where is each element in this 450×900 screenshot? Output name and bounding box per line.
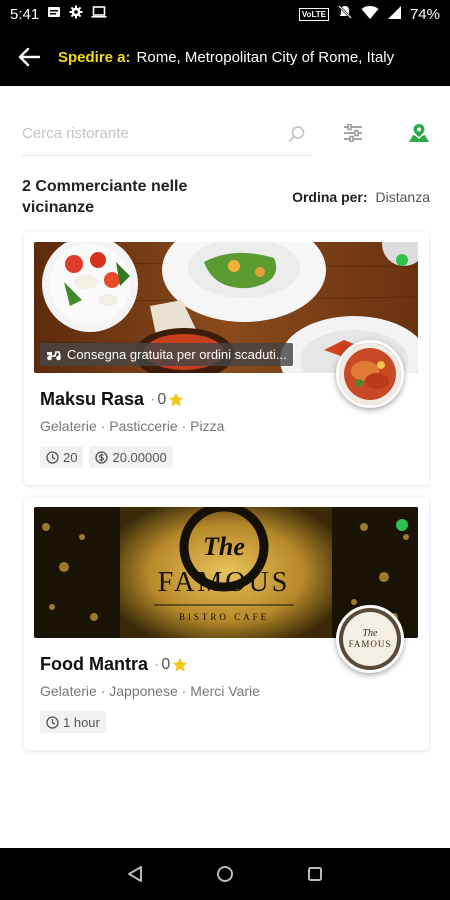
search-button[interactable] bbox=[282, 119, 312, 149]
merchant-title-row: Food Mantra · 0 bbox=[40, 654, 188, 675]
rating-separator: · bbox=[150, 390, 156, 408]
ship-to-selector[interactable]: Spedire a: Rome, Metropolitan City of Ro… bbox=[58, 49, 394, 66]
wifi-icon bbox=[361, 5, 379, 24]
min-order-value: 20.00000 bbox=[112, 449, 167, 465]
notification-icon bbox=[47, 5, 61, 23]
filter-button[interactable] bbox=[338, 118, 368, 148]
nav-home-button[interactable] bbox=[205, 854, 245, 894]
map-pin-icon bbox=[409, 124, 429, 142]
banner-brand-text: FAMOUS bbox=[158, 567, 291, 598]
sort-selector[interactable]: Ordina per: Distanza bbox=[292, 189, 430, 205]
online-status-dot bbox=[396, 519, 408, 531]
money-icon bbox=[95, 450, 109, 464]
nav-recents-icon bbox=[308, 867, 322, 881]
merchant-logo bbox=[336, 340, 404, 408]
merchant-title-row: Maksu Rasa · 0 bbox=[40, 389, 184, 410]
ship-to-address: Rome, Metropolitan City of Rome, Italy bbox=[136, 48, 395, 66]
rating-value: 0 bbox=[157, 390, 167, 408]
mute-icon bbox=[337, 4, 353, 24]
delivery-time-pill: 1 hour bbox=[40, 711, 106, 733]
banner-title-text: The bbox=[203, 532, 245, 561]
delivery-time: 20 bbox=[63, 449, 78, 465]
banner-sub-text: BISTRO CAFE bbox=[179, 612, 269, 622]
merchant-name: Food Mantra bbox=[40, 654, 148, 674]
merchant-info-pills: 1 hour bbox=[40, 711, 106, 733]
battery-percent: 74% bbox=[409, 5, 440, 23]
laptop-icon bbox=[91, 5, 107, 23]
merchant-categories: Gelaterie · Pasticcerie · Pizza bbox=[40, 418, 225, 434]
star-icon bbox=[168, 392, 184, 406]
promo-text: Consegna gratuita per ordini scaduti... bbox=[67, 347, 287, 362]
delivery-time-pill: 20 bbox=[40, 446, 84, 468]
merchant-count-title: 2 Commerciante nelle vicinanze bbox=[22, 178, 188, 216]
rating-separator: · bbox=[154, 655, 160, 673]
clock-icon bbox=[46, 715, 59, 729]
merchant-name: Maksu Rasa bbox=[40, 389, 145, 409]
min-order-pill: 20.00000 bbox=[89, 446, 173, 468]
ship-to-label: Spedire a: bbox=[58, 48, 131, 66]
logo-title-text: The bbox=[363, 628, 379, 639]
search-box bbox=[22, 112, 312, 156]
clock-icon bbox=[46, 450, 59, 464]
map-view-button[interactable] bbox=[404, 118, 434, 148]
search-row bbox=[22, 110, 432, 158]
nav-home-icon bbox=[217, 866, 233, 882]
filter-icon bbox=[344, 124, 362, 142]
sort-label: Ordina per: bbox=[292, 189, 368, 205]
search-input[interactable] bbox=[22, 125, 282, 142]
nav-recents-button[interactable] bbox=[295, 854, 335, 894]
merchant-categories: Gelaterie · Japponese · Merci Varie bbox=[40, 683, 260, 699]
online-status-dot bbox=[396, 254, 408, 266]
merchant-card[interactable]: Consegna gratuita per ordini scaduti... … bbox=[24, 232, 429, 485]
sort-value: Distanza bbox=[375, 189, 430, 205]
top-bar: Spedire a: Rome, Metropolitan City of Ro… bbox=[0, 28, 450, 86]
star-icon bbox=[172, 657, 188, 671]
status-time: 5:41 bbox=[10, 5, 40, 23]
merchant-rating: · 0 bbox=[150, 391, 184, 409]
promo-badge: Consegna gratuita per ordini scaduti... bbox=[40, 343, 293, 366]
merchant-logo: The FAMOUS bbox=[336, 605, 404, 673]
nav-back-button[interactable] bbox=[115, 854, 155, 894]
merchant-card[interactable]: The FAMOUS BISTRO CAFE The FAMOUS Food M… bbox=[24, 497, 429, 750]
delivery-time: 1 hour bbox=[63, 714, 100, 730]
back-button[interactable] bbox=[0, 28, 58, 86]
back-arrow-icon bbox=[18, 47, 40, 67]
scooter-icon bbox=[47, 350, 61, 360]
settings-icon bbox=[69, 5, 83, 23]
volte-icon: VoLTE bbox=[298, 7, 329, 21]
logo-brand-text: FAMOUS bbox=[349, 639, 392, 649]
status-bar: 5:41 VoLTE 74% bbox=[0, 0, 450, 28]
merchant-info-pills: 20 20.00000 bbox=[40, 446, 173, 468]
merchant-logo-image bbox=[339, 343, 401, 405]
merchant-rating: · 0 bbox=[154, 656, 188, 674]
volte-label: VoLTE bbox=[301, 9, 326, 19]
signal-icon bbox=[387, 5, 402, 24]
merchant-logo-image: The FAMOUS bbox=[339, 608, 401, 670]
system-nav-bar bbox=[0, 848, 450, 900]
search-icon bbox=[288, 125, 305, 142]
rating-value: 0 bbox=[161, 655, 171, 673]
nav-back-icon bbox=[128, 866, 142, 882]
